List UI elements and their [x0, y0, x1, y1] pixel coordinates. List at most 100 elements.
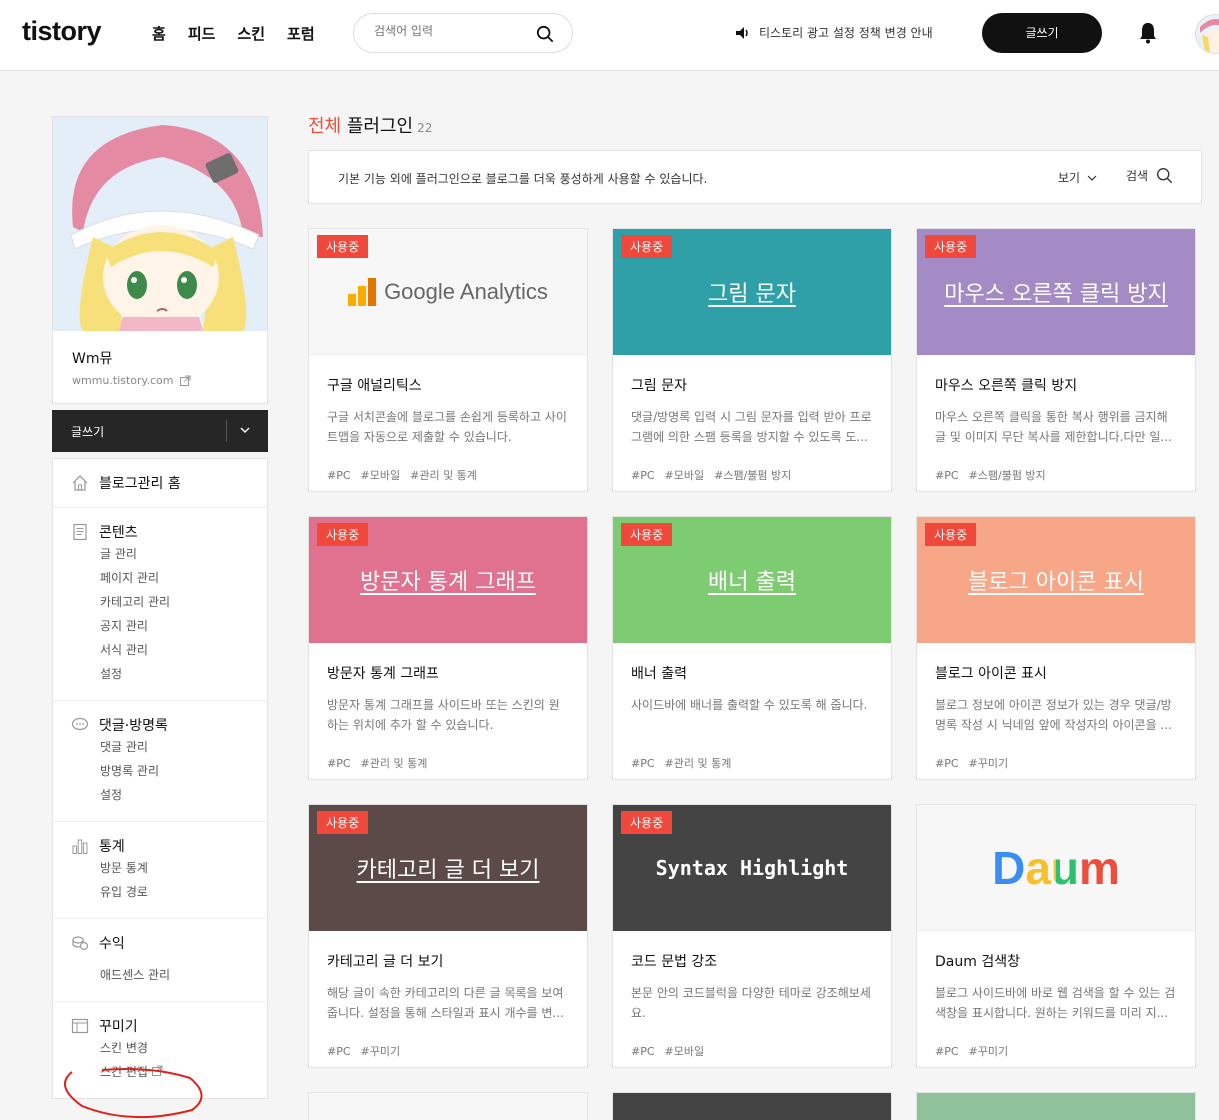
profile-url[interactable]: wmmu.tistory.com: [53, 368, 267, 403]
profile-name: Wm뮤: [72, 351, 113, 367]
thumb-title: Google Analytics: [384, 278, 548, 304]
chart-icon: [72, 839, 88, 854]
plugin-card-partial[interactable]: [916, 1092, 1196, 1120]
nav-skin[interactable]: 스킨: [237, 23, 265, 44]
admin-menu: 블로그관리 홈 콘텐츠 글 관리 페이지 관리 카테고리 관리 공지 관리 서식…: [52, 458, 268, 1099]
menu-item-contents[interactable]: 콘텐츠: [71, 522, 267, 542]
home-icon: [72, 475, 88, 491]
menu-item-comments[interactable]: 댓글·방명록: [71, 715, 267, 735]
plugin-thumbnail: 방문자 통계 그래프 사용중: [309, 517, 587, 643]
plugin-card[interactable]: Syntax Highlight 사용중 코드 문법 강조 본문 안의 코드블럭을 다…: [612, 804, 892, 1068]
plugin-tag: #PC: [935, 469, 959, 482]
layout-icon: [71, 1018, 89, 1034]
plugin-tags: #PC #모바일: [631, 1043, 873, 1059]
tistory-logo[interactable]: tistory: [22, 16, 102, 47]
menu-sub-visit-stats[interactable]: 방문 통계: [71, 856, 267, 880]
plugin-tag: #스팸/불펌 방지: [968, 469, 1046, 482]
plugin-card[interactable]: Daum Daum 검색창 블로그 사이드바에 바로 웹 검색을 할 수 있는 검색…: [916, 804, 1196, 1068]
menu-sub-skin-change[interactable]: 스킨 변경: [71, 1036, 267, 1060]
thumb-title: 블로그 아이콘 표시: [968, 570, 1144, 595]
notice-text: 티스토리 광고 설정 정책 변경 안내: [759, 26, 933, 40]
plugin-card[interactable]: 배너 출력 사용중 배너 출력 사이드바에 배너를 출력할 수 있도록 해 줍니다. #…: [612, 516, 892, 780]
plugin-card[interactable]: 그림 문자 사용중그림 문자댓글/방명록 입력 시 그림 문자를 입력 받아 프로…: [612, 228, 892, 492]
avatar-image: [1196, 15, 1219, 53]
menu-sub-adsense[interactable]: 애드센스 관리: [71, 963, 267, 987]
plugin-body: 구글 애널리틱스 구글 서치콘솔에 블로그를 손쉽게 등록하고 사이트맵을 자동으…: [309, 355, 587, 483]
menu-section-revenue: 수익 애드센스 관리: [53, 919, 267, 1002]
plugin-tag: #모바일: [664, 1045, 705, 1058]
menu-sub-skin-edit[interactable]: 스킨 편집: [71, 1060, 267, 1084]
search-icon[interactable]: [536, 25, 554, 43]
thumb-title: Syntax Highlight: [655, 856, 849, 880]
menu-item-revenue[interactable]: 수익: [71, 933, 267, 953]
menu-sub-notice-manage[interactable]: 공지 관리: [71, 614, 267, 638]
plugin-card[interactable]: Google Analytics 사용중 구글 애널리틱스 구글 서치콘솔에 블로그를…: [308, 228, 588, 492]
menu-sub-template-manage[interactable]: 서식 관리: [71, 638, 267, 662]
plugin-body: Daum 검색창 블로그 사이드바에 바로 웹 검색을 할 수 있는 검색창을 표…: [917, 931, 1195, 1059]
plugin-thumbnail: [613, 1093, 891, 1120]
plugin-tag: #꾸미기: [968, 1045, 1009, 1058]
chevron-down-icon[interactable]: [238, 423, 252, 437]
write-button[interactable]: 글쓰기: [982, 13, 1102, 53]
google-analytics-icon: [348, 277, 377, 306]
plugin-description: 블로그 정보에 아이콘 정보가 있는 경우 댓글/방명록 작성 시 닉네임 앞에…: [935, 698, 1172, 732]
plugin-content: 전체 플러그인 22 기본 기능 외에 플러그인으로 블로그를 더욱 풍성하게 사…: [308, 112, 1202, 1120]
plugin-card-partial[interactable]: [308, 1092, 588, 1120]
plugin-tag: #관리 및 통계: [664, 757, 732, 770]
search-input[interactable]: [374, 24, 524, 38]
menu-sub-comment-settings[interactable]: 설정: [71, 783, 267, 807]
notice-link[interactable]: 티스토리 광고 설정 정책 변경 안내: [735, 24, 933, 41]
plugin-card[interactable]: 마우스 오른쪽 클릭 방지 사용중 마우스 오른쪽 클릭 방지 마우스 오른쪽 클릭을…: [916, 228, 1196, 492]
plugin-card-partial[interactable]: [612, 1092, 892, 1120]
menu-item-blog-home[interactable]: 블로그관리 홈: [71, 473, 267, 493]
menu-sub-post-manage[interactable]: 글 관리: [71, 542, 267, 566]
plugin-thumbnail: [917, 1093, 1195, 1120]
plugin-description: 구글 서치콘솔에 블로그를 손쉽게 등록하고 사이트맵을 자동으로 제출할 수 …: [327, 410, 567, 444]
menu-sub-guestbook-manage[interactable]: 방명록 관리: [71, 759, 267, 783]
plugin-tag: #PC: [631, 1045, 655, 1058]
nav-home[interactable]: 홈: [152, 23, 166, 44]
speaker-icon: [736, 26, 748, 39]
menu-sub-page-manage[interactable]: 페이지 관리: [71, 566, 267, 590]
menu-item-label: 블로그관리 홈: [99, 476, 181, 492]
plugin-description: 해당 글이 속한 카테고리의 다른 글 목록을 보여줍니다. 설정을 통해 스타…: [327, 986, 564, 1020]
plugin-body: 카테고리 글 더 보기 해당 글이 속한 카테고리의 다른 글 목록을 보여줍니다…: [309, 931, 587, 1059]
menu-item-label: 꾸미기: [99, 1019, 138, 1035]
menu-item-stats[interactable]: 통계: [71, 836, 267, 856]
bell-icon[interactable]: [1138, 22, 1158, 44]
plugin-thumbnail: 그림 문자 사용중: [613, 229, 891, 355]
plugin-tags: #PC #관리 및 통계: [327, 755, 569, 771]
menu-item-label: 댓글·방명록: [99, 718, 168, 734]
plugin-description: 댓글/방명록 입력 시 그림 문자를 입력 받아 프로그램에 의한 스팸 등록을…: [631, 410, 872, 444]
profile-image[interactable]: [53, 117, 267, 331]
plugin-description: 사이드바에 배너를 출력할 수 있도록 해 줍니다.: [631, 698, 868, 712]
chevron-down-icon: [1087, 175, 1097, 181]
menu-sub-referrer[interactable]: 유입 경로: [71, 880, 267, 904]
plugin-card[interactable]: 블로그 아이콘 표시 사용중 블로그 아이콘 표시 블로그 정보에 아이콘 정보가 있…: [916, 516, 1196, 780]
menu-sub-content-settings[interactable]: 설정: [71, 662, 267, 686]
menu-sub-comment-manage[interactable]: 댓글 관리: [71, 735, 267, 759]
skin-edit-label: 스킨 편집: [100, 1065, 148, 1079]
sidebar-write-button[interactable]: 글쓰기: [52, 410, 268, 452]
comment-icon: [71, 717, 89, 731]
view-label: 보기: [1058, 171, 1081, 185]
user-avatar[interactable]: [1195, 14, 1219, 54]
nav-forum[interactable]: 포럼: [287, 23, 315, 44]
plugin-card[interactable]: 카테고리 글 더 보기 사용중 카테고리 글 더 보기 해당 글이 속한 카테고리의 …: [308, 804, 588, 1068]
plugin-card[interactable]: 방문자 통계 그래프 사용중 방문자 통계 그래프 방문자 통계 그래프를 사이드바 …: [308, 516, 588, 780]
plugin-tag: #PC: [631, 469, 655, 482]
plugin-search-toggle[interactable]: 검색: [1126, 167, 1173, 184]
view-dropdown[interactable]: 보기: [1058, 169, 1098, 186]
plugin-name: 그림 문자: [631, 378, 687, 394]
plugin-thumbnail: 카테고리 글 더 보기 사용중: [309, 805, 587, 931]
plugin-tag: #관리 및 통계: [360, 757, 428, 770]
nav-feed[interactable]: 피드: [188, 23, 216, 44]
menu-item-decorate[interactable]: 꾸미기: [71, 1016, 267, 1036]
plugin-body: 블로그 아이콘 표시 블로그 정보에 아이콘 정보가 있는 경우 댓글/방명록 작…: [917, 643, 1195, 771]
plugin-thumbnail: Daum: [917, 805, 1195, 931]
plugin-body: 방문자 통계 그래프 방문자 통계 그래프를 사이드바 또는 스킨의 원하는 위치…: [309, 643, 587, 771]
plugin-name: 방문자 통계 그래프: [327, 666, 439, 682]
menu-sub-category-manage[interactable]: 카테고리 관리: [71, 590, 267, 614]
external-link-icon: [151, 1065, 163, 1076]
plugin-body: 마우스 오른쪽 클릭 방지 마우스 오른쪽 클릭을 통한 복사 행위를 금지해 글…: [917, 355, 1195, 483]
